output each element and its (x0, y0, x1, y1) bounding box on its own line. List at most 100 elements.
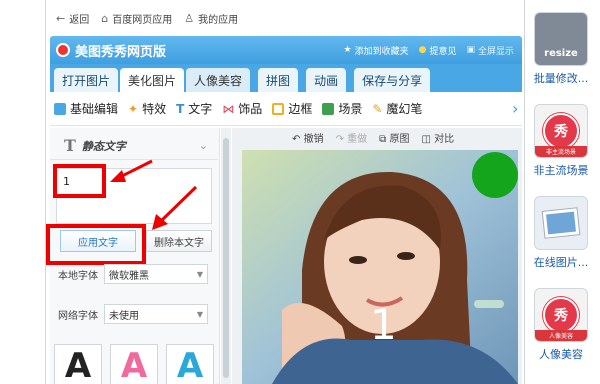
tool-scene[interactable]: 场景 (322, 100, 362, 117)
font-sample-glyph: A (120, 346, 148, 384)
resize-icon: resize (534, 12, 588, 66)
bow-icon: ⋈ (222, 101, 235, 116)
tool-basic-edit[interactable]: 基础编辑 (54, 100, 118, 117)
font-style-sample[interactable]: A (54, 344, 102, 384)
fullscreen-button[interactable]: ▣ 全屏显示 (466, 44, 514, 57)
compare-button[interactable]: ◫ 对比 (421, 130, 454, 145)
chevron-down-icon: ▼ (196, 269, 203, 279)
local-font-select[interactable]: 微软雅黑 ▼ (104, 264, 208, 284)
app-header: 美图秀秀网页版 ★ 添加到收藏夹 ● 提意见 ▣ 全屏显示 (50, 36, 522, 64)
tool-magic-pen[interactable]: ✎ 魔幻笔 (372, 100, 422, 117)
canvas-toolbar: ↶ 撤销 ↷ 重做 ⧉ 原图 ◫ 对比 (292, 130, 454, 145)
panel-title: 静态文字 (81, 139, 126, 153)
xiu-badge: 秀 (543, 297, 579, 333)
sidebar-item-label: 批量修改... (533, 72, 589, 85)
font-sample-glyph: A (64, 346, 92, 384)
local-font-label: 本地字体 (58, 270, 98, 282)
icon-ribbon: 人像美容 (535, 330, 587, 341)
original-button[interactable]: ⧉ 原图 (379, 130, 409, 145)
tab-beautify[interactable]: 美化图片 (120, 68, 185, 92)
sidebar-item-online-images[interactable]: 在线图片... (533, 196, 589, 270)
original-icon: ⧉ (379, 134, 387, 145)
right-sidebar: resize 批量修改... 秀 非主流场景 非主流场景 在线图片... 秀 人… (525, 0, 600, 384)
tab-animation[interactable]: 动画 (306, 68, 347, 92)
sliders-icon (54, 102, 66, 115)
web-font-select[interactable]: 未使用 ▼ (104, 304, 208, 324)
my-apps-label: 我的应用 (198, 14, 239, 26)
pen-icon: ✎ (372, 101, 383, 116)
local-font-value: 微软雅黑 (109, 270, 149, 282)
redo-button[interactable]: ↷ 重做 (336, 130, 368, 145)
canvas-area: ↶ 撤销 ↷ 重做 ⧉ 原图 ◫ 对比 1 (232, 128, 522, 384)
xiu-icon: 秀 人像美容 (534, 288, 588, 342)
tool-effects[interactable]: ✦ 特效 (128, 100, 166, 117)
photos-icon (534, 196, 588, 250)
xiu-icon: 秀 非主流场景 (534, 104, 588, 158)
add-favorite-button[interactable]: ★ 添加到收藏夹 (344, 44, 409, 57)
feedback-label: 提意见 (429, 46, 457, 57)
font-style-sample[interactable]: A (166, 344, 214, 384)
my-apps-link[interactable]: ♙ 我的应用 (184, 11, 238, 26)
undo-button[interactable]: ↶ 撤销 (292, 130, 324, 145)
icon-ribbon: 非主流场景 (535, 146, 587, 157)
text-input[interactable]: 1 (53, 164, 212, 224)
web-font-value: 未使用 (109, 310, 139, 322)
edited-photo[interactable]: 1 (242, 150, 518, 384)
feedback-button[interactable]: ● 提意见 (419, 44, 457, 57)
web-font-row: 网络字体 未使用 ▼ (58, 304, 208, 324)
sidebar-item-label: 非主流场景 (533, 164, 589, 177)
main-tabs: 打开图片 美化图片 人像美容 拼图 动画 保存与分享 (50, 64, 522, 92)
panel-header[interactable]: T 静态文字 ⌄ (50, 132, 218, 160)
add-favorite-label: 添加到收藏夹 (354, 46, 409, 57)
home-icon: ⌂ (101, 11, 109, 25)
green-dot-marker (472, 152, 518, 198)
tool-accessories[interactable]: ⋈ 饰品 (222, 100, 262, 117)
speech-bubble-icon: ● (418, 45, 427, 55)
tab-label: 动画 (314, 73, 339, 88)
text-t-icon: T (176, 101, 185, 116)
toolbar-scroll-right-icon[interactable]: › (512, 94, 522, 124)
baidu-apps-label: 百度网页应用 (112, 14, 173, 26)
photo-text-overlay[interactable]: 1 (370, 300, 397, 349)
web-font-label: 网络字体 (58, 310, 98, 322)
compare-icon: ◫ (421, 134, 431, 145)
tool-label: 边框 (288, 102, 313, 116)
user-icon: ♙ (184, 11, 195, 25)
scene-icon (322, 102, 335, 115)
tab-portrait[interactable]: 人像美容 (186, 68, 251, 92)
tab-open-image[interactable]: 打开图片 (54, 68, 119, 92)
star-icon: ★ (343, 45, 352, 55)
sidebar-item-label: 在线图片... (533, 256, 589, 269)
tab-label: 打开图片 (62, 73, 111, 88)
meitu-logo-icon (56, 43, 70, 57)
tab-label: 人像美容 (194, 73, 243, 88)
top-nav: ← 返回 ⌂ 百度网页应用 ♙ 我的应用 (46, 0, 524, 36)
redo-icon: ↷ (335, 134, 344, 145)
tab-label: 保存与分享 (362, 73, 423, 88)
sidebar-item-label: 人像美容 (539, 348, 583, 361)
tool-label: 魔幻笔 (386, 102, 423, 116)
scrollbar-thumb[interactable] (223, 138, 229, 378)
tool-label: 场景 (338, 102, 363, 116)
baidu-apps-link[interactable]: ⌂ 百度网页应用 (101, 11, 172, 26)
sidebar-item-batch-edit[interactable]: resize 批量修改... (533, 12, 589, 86)
panel-scrollbar[interactable] (221, 128, 231, 384)
frame-icon (272, 102, 285, 115)
highlight-box (53, 164, 106, 198)
tool-text[interactable]: T 文字 (176, 100, 212, 117)
font-sample-glyph: A (176, 346, 204, 384)
xiu-badge: 秀 (543, 113, 579, 149)
back-link[interactable]: ← 返回 (56, 11, 89, 26)
sidebar-item-portrait-beauty[interactable]: 秀 人像美容 人像美容 (533, 288, 589, 362)
delete-text-button[interactable]: 删除本文字 (146, 230, 212, 252)
tab-save-share[interactable]: 保存与分享 (354, 68, 431, 92)
tab-collage[interactable]: 拼图 (258, 68, 299, 92)
app-title: 美图秀秀网页版 (75, 44, 167, 60)
tool-toolbar: 基础编辑 ✦ 特效 T 文字 ⋈ 饰品 边框 场景 ✎ 魔幻笔 › (50, 92, 522, 126)
original-label: 原图 (389, 134, 410, 145)
font-style-sample[interactable]: A (110, 344, 158, 384)
back-label: 返回 (69, 14, 90, 26)
sidebar-item-alt-scene[interactable]: 秀 非主流场景 非主流场景 (533, 104, 589, 178)
tab-label: 美化图片 (128, 73, 177, 88)
tool-frame[interactable]: 边框 (272, 100, 312, 117)
